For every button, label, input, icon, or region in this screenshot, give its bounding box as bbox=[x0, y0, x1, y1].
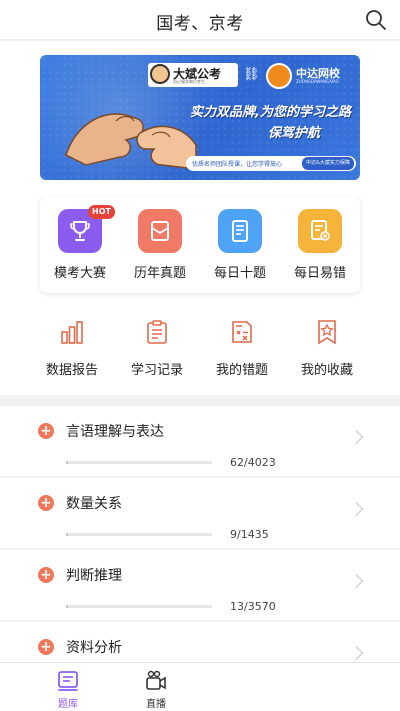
expand-plus-icon[interactable]: + bbox=[38, 567, 54, 583]
feature-daily-ten[interactable]: 每日十题 bbox=[200, 209, 280, 289]
banner-note: 优质名师团队授课，让您学得放心 bbox=[192, 161, 283, 168]
list-item[interactable]: + 判断推理 13/3570 bbox=[0, 550, 400, 620]
tool-label: 我的收藏 bbox=[300, 363, 353, 378]
chevron-right-icon bbox=[348, 645, 364, 661]
nav-item-live[interactable]: 直播 bbox=[126, 665, 186, 710]
page-title: 国考、京考 bbox=[156, 14, 244, 34]
progress-fill bbox=[66, 605, 69, 608]
app-screen: 国考、京考 大斌公考 用心服务每位考生 ⛓ 中达网校 ZHONGDAWANGXI… bbox=[0, 0, 400, 711]
progress-bar bbox=[66, 461, 212, 464]
tool-label: 我的错题 bbox=[215, 363, 268, 378]
tool-label: 数据报告 bbox=[45, 363, 98, 378]
list-item[interactable]: + 言语理解与表达 62/4023 bbox=[0, 406, 400, 476]
search-icon[interactable] bbox=[364, 8, 388, 32]
mascot-avatar-icon bbox=[150, 64, 170, 84]
feature-label: 每日十题 bbox=[213, 266, 266, 281]
link-icon: ⛓ bbox=[243, 67, 260, 82]
tool-label: 学习记录 bbox=[130, 363, 183, 378]
banner-slogan-line2: 保驾护航 bbox=[268, 126, 321, 141]
logo-secondary-subtext: ZHONGDAWANGXIAO bbox=[296, 79, 339, 84]
nav-label: 直播 bbox=[146, 699, 166, 710]
chevron-right-icon bbox=[348, 501, 364, 517]
category-name: 数量关系 bbox=[66, 496, 122, 512]
bookmark-star-icon bbox=[318, 320, 336, 345]
progress-count: 13/3570 bbox=[230, 600, 276, 613]
category-name: 判断推理 bbox=[66, 568, 122, 584]
chevron-right-icon bbox=[348, 573, 364, 589]
hot-badge: HOT bbox=[88, 205, 115, 219]
tool-study-record[interactable]: 学习记录 bbox=[117, 319, 197, 389]
error-doc-icon bbox=[298, 209, 342, 253]
progress-bar bbox=[66, 605, 212, 608]
feature-past-papers[interactable]: 历年真题 bbox=[120, 209, 200, 289]
feature-card: HOT 模考大赛 历年真题 每日十题 每日易错 bbox=[40, 197, 360, 293]
bar-chart-icon bbox=[61, 321, 83, 344]
category-list: + 言语理解与表达 62/4023 + 数量关系 9/1435 + 判断推理 1… bbox=[0, 406, 400, 692]
nav-label: 题库 bbox=[58, 699, 78, 710]
bottom-nav: 题库 直播 bbox=[0, 662, 400, 711]
feature-label: 每日易错 bbox=[293, 266, 346, 281]
tool-my-favorites[interactable]: 我的收藏 bbox=[287, 319, 367, 389]
progress-count: 9/1435 bbox=[230, 528, 269, 541]
list-item[interactable]: + 数量关系 9/1435 bbox=[0, 478, 400, 548]
expand-plus-icon[interactable]: + bbox=[38, 639, 54, 655]
banner-slogan-line1: 实力双品牌,为您的学习之路 bbox=[190, 105, 351, 120]
top-bar: 国考、京考 bbox=[0, 0, 400, 40]
feature-mock-exam[interactable]: HOT 模考大赛 bbox=[40, 205, 120, 289]
feature-daily-errors[interactable]: 每日易错 bbox=[280, 209, 360, 289]
nav-item-question-bank[interactable]: 题库 bbox=[38, 665, 98, 710]
progress-bar bbox=[66, 533, 212, 536]
home-top-section: 大斌公考 用心服务每位考生 ⛓ 中达网校 ZHONGDAWANGXIAO 实力双… bbox=[0, 41, 400, 395]
wrong-doc-icon bbox=[232, 321, 252, 343]
tablet-icon bbox=[218, 209, 262, 253]
category-name: 言语理解与表达 bbox=[66, 424, 164, 440]
logo-primary-subtext: 用心服务每位考生 bbox=[173, 79, 205, 84]
banner-note-tag: 中达&大斌实力保障 bbox=[302, 157, 354, 170]
feature-label: 模考大赛 bbox=[53, 266, 106, 281]
progress-fill bbox=[66, 461, 69, 464]
expand-plus-icon[interactable]: + bbox=[38, 495, 54, 511]
expand-plus-icon[interactable]: + bbox=[38, 423, 54, 439]
question-bank-icon bbox=[58, 671, 78, 691]
tool-data-report[interactable]: 数据报告 bbox=[32, 319, 112, 389]
camera-icon bbox=[146, 670, 166, 690]
paper-icon bbox=[138, 209, 182, 253]
progress-count: 62/4023 bbox=[230, 456, 276, 469]
tool-my-mistakes[interactable]: 我的错题 bbox=[202, 319, 282, 389]
logo-secondary-icon bbox=[266, 63, 292, 89]
category-name: 资料分析 bbox=[66, 640, 122, 656]
chevron-right-icon bbox=[348, 429, 364, 445]
fist-bump-illustration bbox=[65, 113, 197, 170]
feature-label: 历年真题 bbox=[133, 266, 186, 281]
clipboard-icon bbox=[147, 320, 167, 344]
progress-fill bbox=[66, 533, 69, 536]
promo-banner[interactable]: 大斌公考 用心服务每位考生 ⛓ 中达网校 ZHONGDAWANGXIAO 实力双… bbox=[40, 55, 360, 180]
